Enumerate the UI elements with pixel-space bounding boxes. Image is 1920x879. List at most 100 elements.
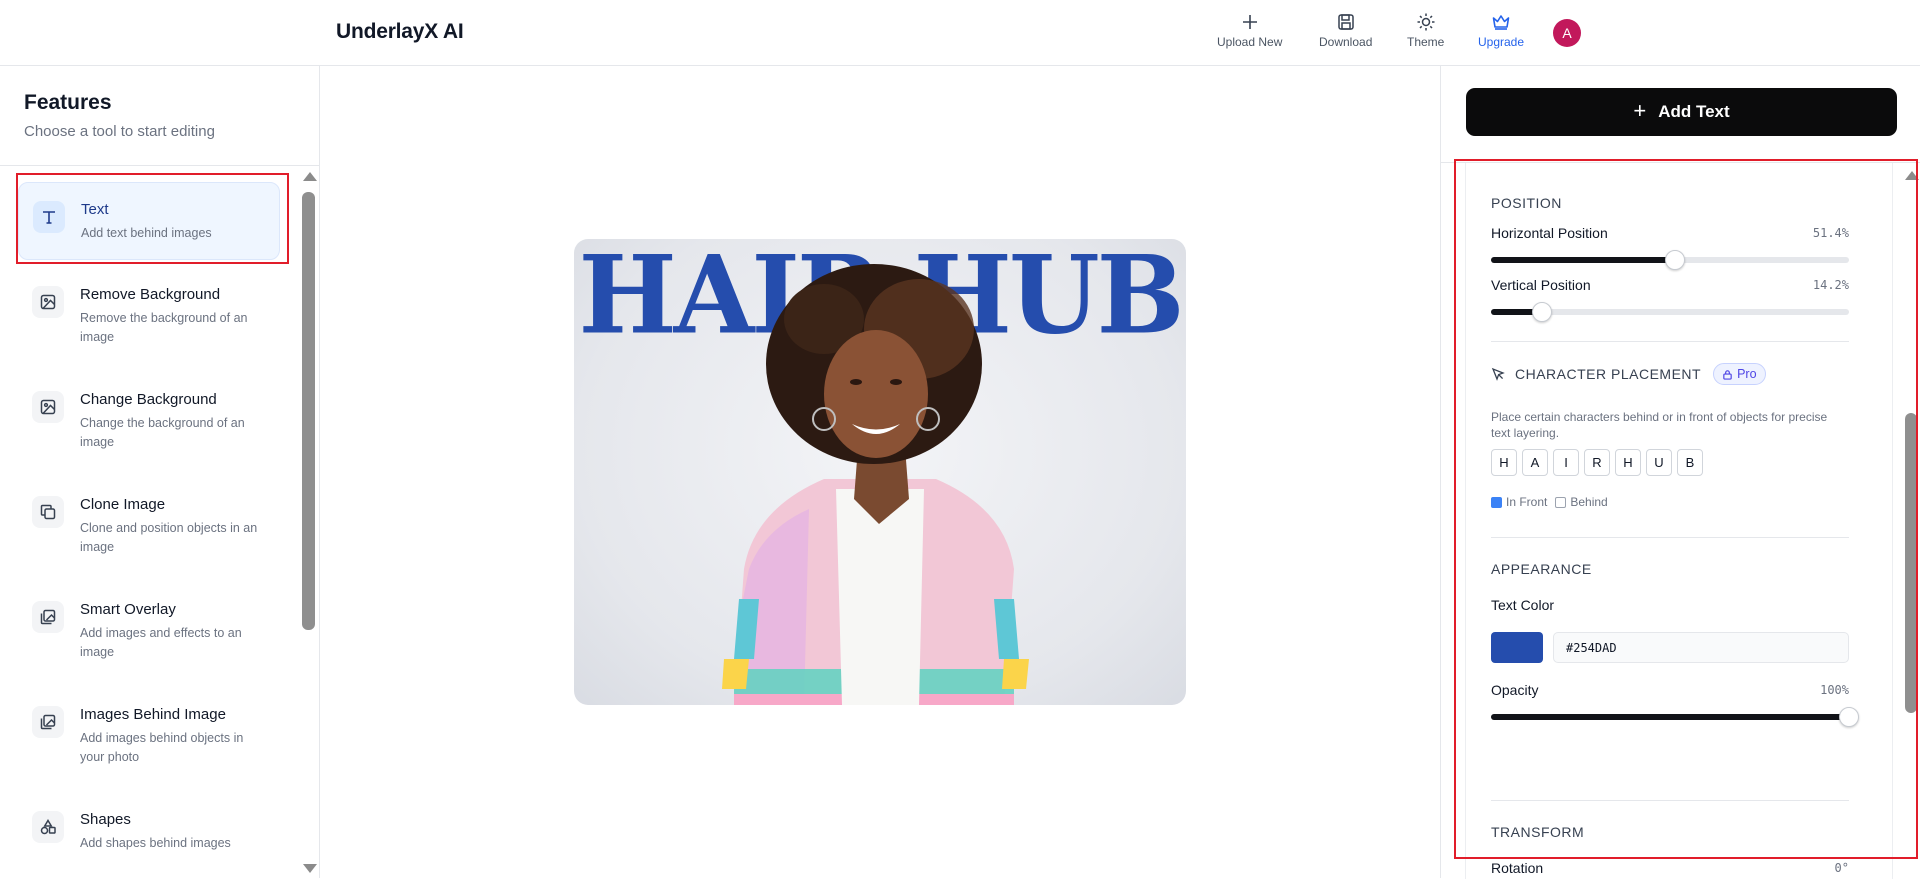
slider-thumb[interactable] [1839,707,1859,727]
download-button[interactable]: Download [1319,12,1372,49]
character-toggle[interactable]: A [1522,449,1548,476]
text-color-swatch[interactable] [1491,632,1543,663]
sidebar-title: Features [24,91,112,114]
character-toggle[interactable]: R [1584,449,1610,476]
appearance-heading: APPEARANCE [1491,561,1592,577]
user-avatar[interactable]: A [1553,19,1581,47]
image-icon [32,286,64,318]
theme-button[interactable]: Theme [1407,12,1444,49]
lock-icon [1723,369,1732,380]
settings-scroll-area: POSITION Horizontal Position 51.4% Verti… [1441,162,1920,879]
feature-item-remove-background[interactable]: Remove Background Remove the background … [18,268,280,346]
scroll-up-arrow-icon[interactable] [1905,171,1919,180]
text-settings-panel: + Add Text POSITION Horizontal Position … [1440,66,1920,879]
character-toggle[interactable]: U [1646,449,1672,476]
features-sidebar: Features Choose a tool to start editing … [0,66,320,878]
app-header: UnderlayX AI Upload New Download Theme U… [0,0,1920,66]
transform-heading: TRANSFORM [1491,824,1585,840]
feature-name: Clone Image [80,496,166,513]
vertical-position-value: 14.2% [1812,278,1849,292]
copy-icon [32,496,64,528]
app-title: UnderlayX AI [336,20,464,43]
feature-item-shapes[interactable]: Shapes Add shapes behind images [18,793,280,871]
edited-photo[interactable]: HAIR HUB [574,239,1186,705]
horizontal-position-label: Horizontal Position [1491,225,1608,241]
in-front-label: In Front [1506,495,1548,509]
feature-name: Images Behind Image [80,706,226,723]
slider-thumb[interactable] [1531,302,1552,322]
character-toggle[interactable]: I [1553,449,1579,476]
feature-desc: Add images and effects to an image [80,626,242,659]
scrollbar-thumb[interactable] [302,192,315,630]
character-toggle[interactable]: H [1491,449,1517,476]
behind-swatch [1555,496,1567,508]
upload-new-button[interactable]: Upload New [1217,12,1282,49]
image-icon [32,391,64,423]
feature-desc: Change the background of an image [80,416,245,449]
feature-item-change-background[interactable]: Change Background Change the background … [18,373,280,451]
vertical-position-slider[interactable] [1491,302,1849,322]
feature-name: Shapes [80,811,131,828]
scroll-up-arrow-icon[interactable] [303,172,317,181]
theme-label: Theme [1407,35,1445,49]
scrollbar-thumb[interactable] [1905,413,1917,713]
sidebar-scrollbar[interactable] [300,167,319,878]
pro-badge-label: Pro [1737,367,1757,381]
section-divider [1491,341,1849,342]
portrait-image [722,264,1029,705]
upload-new-label: Upload New [1217,35,1283,49]
images-icon [32,706,64,738]
rotation-value: 0° [1834,861,1849,875]
plus-icon: + [1633,98,1647,123]
images-icon [32,601,64,633]
plus-icon [1242,15,1257,29]
shapes-icon [32,811,64,843]
feature-desc: Remove the background of an image [80,311,248,344]
placement-legend: In Front Behind [1491,495,1608,509]
opacity-slider[interactable] [1491,707,1859,727]
slider-fill [1491,257,1675,263]
save-icon [1337,14,1354,30]
text-color-input[interactable]: #254DAD [1553,632,1849,663]
add-text-label: Add Text [1658,102,1730,121]
character-toggle[interactable]: B [1677,449,1703,476]
rotation-label: Rotation [1491,860,1544,876]
in-front-swatch [1491,496,1502,508]
feature-name: Change Background [80,391,217,408]
settings-scrollbar[interactable] [1902,163,1920,879]
feature-name: Text [81,201,109,218]
feature-desc: Clone and position objects in an image [80,521,258,554]
horizontal-position-value: 51.4% [1812,226,1849,240]
text-color-label: Text Color [1491,597,1555,613]
crown-icon [1492,15,1510,30]
add-text-button[interactable]: + Add Text [1466,88,1897,136]
feature-item-clone-image[interactable]: Clone Image Clone and position objects i… [18,478,280,556]
settings-card [1465,163,1893,879]
feature-name: Smart Overlay [80,601,176,618]
pro-badge: Pro [1713,363,1766,385]
horizontal-position-slider[interactable] [1491,250,1849,270]
character-toggle[interactable]: H [1615,449,1641,476]
character-placement-description: Place certain characters behind or in fr… [1491,410,1828,440]
upgrade-label: Upgrade [1478,35,1525,49]
upgrade-button[interactable]: Upgrade [1478,12,1524,49]
slider-thumb[interactable] [1665,250,1685,270]
opacity-label: Opacity [1491,682,1539,698]
feature-item-smart-overlay[interactable]: Smart Overlay Add images and effects to … [18,583,280,661]
feature-item-images-behind-image[interactable]: Images Behind Image Add images behind ob… [18,688,280,766]
slider-fill [1491,714,1849,720]
feature-desc: Add shapes behind images [80,836,231,850]
character-toggle-row: H A I R H U B [1491,449,1708,476]
character-placement-header: CHARACTER PLACEMENT Pro [1491,363,1766,385]
feature-name: Remove Background [80,286,221,303]
opacity-value: 100% [1820,683,1849,697]
scroll-down-arrow-icon[interactable] [303,864,317,873]
position-heading: POSITION [1491,195,1562,211]
sidebar-header: Features Choose a tool to start editing [0,66,319,166]
character-placement-heading: CHARACTER PLACEMENT [1515,366,1702,382]
vertical-position-label: Vertical Position [1491,277,1591,293]
section-divider [1491,800,1849,801]
feature-desc: Add images behind objects in your photo [80,731,244,764]
sidebar-subtitle: Choose a tool to start editing [24,123,215,140]
feature-item-text[interactable]: Text Add text behind images [18,182,280,260]
